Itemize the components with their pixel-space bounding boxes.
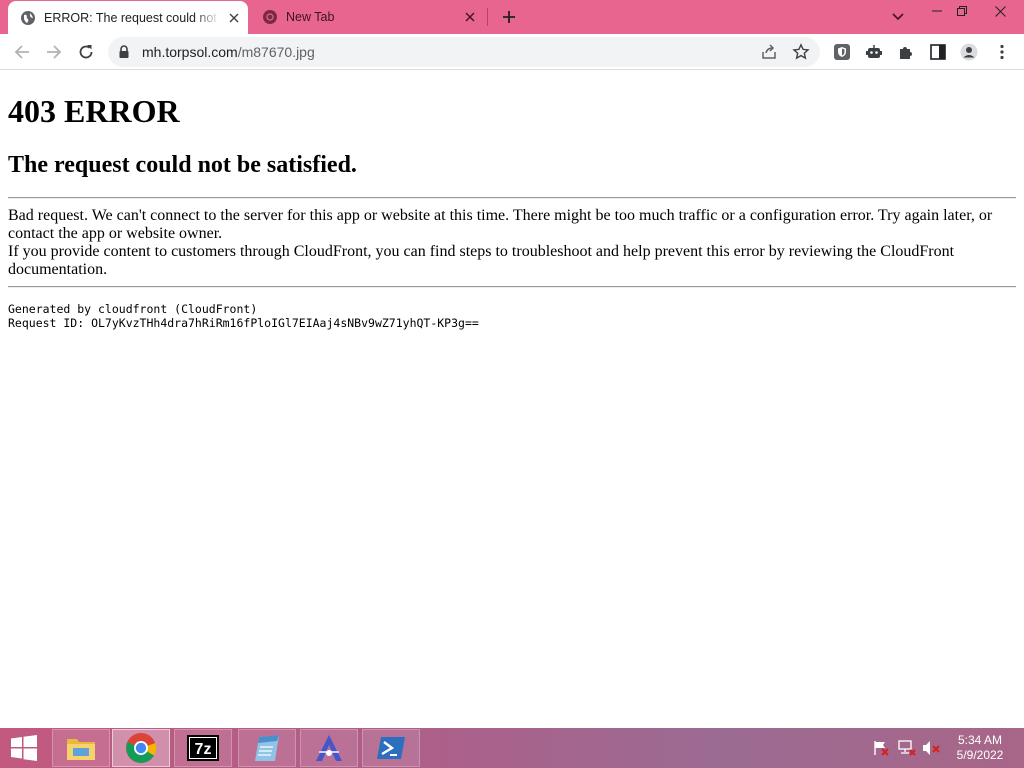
taskbar-app-a[interactable] (300, 729, 358, 767)
star-icon[interactable] (792, 43, 810, 61)
svg-text:7z: 7z (195, 741, 212, 758)
7zip-icon: 7z (187, 735, 219, 761)
generated-by-text: Generated by cloudfront (CloudFront) (8, 302, 258, 316)
page-title: 403 ERROR (8, 93, 180, 129)
flag-icon[interactable] (872, 740, 890, 756)
browser-toolbar: mh.torpsol.com/m87670.jpg (0, 34, 1024, 70)
chrome-icon (126, 733, 157, 763)
side-panel-icon[interactable] (929, 43, 947, 61)
restore-button[interactable] (947, 0, 977, 22)
network-icon[interactable] (898, 740, 916, 756)
robot-extension-icon[interactable] (865, 43, 883, 61)
minimize-icon (932, 10, 942, 12)
close-icon (994, 5, 1006, 17)
error-paragraph: Bad request. We can't connect to the ser… (8, 207, 993, 242)
tab-error[interactable]: ERROR: The request could not be satisfie… (8, 1, 248, 34)
url-path: /m87670.jpg (237, 44, 315, 60)
url-text[interactable]: mh.torpsol.com/m87670.jpg (142, 44, 315, 60)
request-details: Generated by cloudfront (CloudFront) Req… (8, 302, 479, 330)
taskbar-notepad[interactable] (238, 729, 296, 767)
taskbar-chrome[interactable] (112, 729, 170, 767)
notepad-icon (255, 735, 279, 761)
shield-extension-icon[interactable] (833, 43, 851, 61)
restore-icon (957, 6, 967, 16)
cloudfront-paragraph: If you provide content to customers thro… (8, 243, 955, 278)
address-bar[interactable]: mh.torpsol.com/m87670.jpg (108, 37, 820, 67)
close-tab-icon[interactable] (226, 10, 242, 26)
system-clock[interactable]: 5:34 AM 5/9/2022 (948, 733, 1012, 763)
app-a-icon (316, 735, 342, 761)
page-content: 403 ERROR The request could not be satis… (0, 71, 1024, 728)
plus-icon (503, 11, 515, 23)
taskbar-file-explorer[interactable] (52, 729, 110, 767)
arrow-right-icon (47, 45, 62, 59)
divider (8, 197, 1016, 199)
reload-icon (79, 45, 93, 59)
tab-title: ERROR: The request could not be satisfie… (44, 11, 220, 25)
close-tab-icon[interactable] (462, 9, 478, 25)
tab-new-tab[interactable]: New Tab (250, 0, 486, 34)
page-subtitle: The request could not be satisfied. (8, 152, 357, 178)
clock-time: 5:34 AM (957, 733, 1003, 747)
divider (8, 286, 1016, 288)
taskbar-7zip[interactable]: 7z (174, 729, 232, 767)
close-window-button[interactable] (980, 0, 1020, 22)
request-id-text: Request ID: OL7yKvzTHh4dra7hRiRm16fPloIG… (8, 316, 479, 330)
reload-button[interactable] (74, 40, 98, 64)
clock-date: 5/9/2022 (956, 748, 1004, 762)
puzzle-icon[interactable] (897, 43, 915, 61)
share-icon[interactable] (760, 43, 778, 61)
start-button[interactable] (0, 728, 48, 768)
tab-title: New Tab (286, 10, 335, 24)
start-icon (11, 735, 37, 761)
powershell-icon (377, 737, 405, 759)
kebab-menu-icon[interactable] (993, 43, 1011, 61)
tab-separator (487, 8, 488, 26)
taskbar-powershell[interactable] (362, 729, 420, 767)
tab-strip: ERROR: The request could not be satisfie… (0, 0, 1024, 34)
tab-search-chevron-icon[interactable] (889, 9, 907, 25)
globe-icon (21, 11, 35, 25)
chrome-icon (263, 10, 277, 24)
forward-button[interactable] (42, 40, 66, 64)
volume-muted-icon[interactable] (922, 740, 940, 756)
arrow-left-icon (14, 45, 29, 59)
url-host: mh.torpsol.com (142, 44, 238, 60)
file-explorer-icon (67, 739, 95, 760)
error-description: Bad request. We can't connect to the ser… (8, 207, 1008, 279)
new-tab-button[interactable] (498, 6, 520, 28)
lock-icon[interactable] (118, 45, 130, 59)
back-button[interactable] (10, 40, 34, 64)
profile-icon[interactable] (960, 43, 978, 61)
taskbar: 7z 5:34 AM 5/9/2022 (0, 728, 1024, 768)
